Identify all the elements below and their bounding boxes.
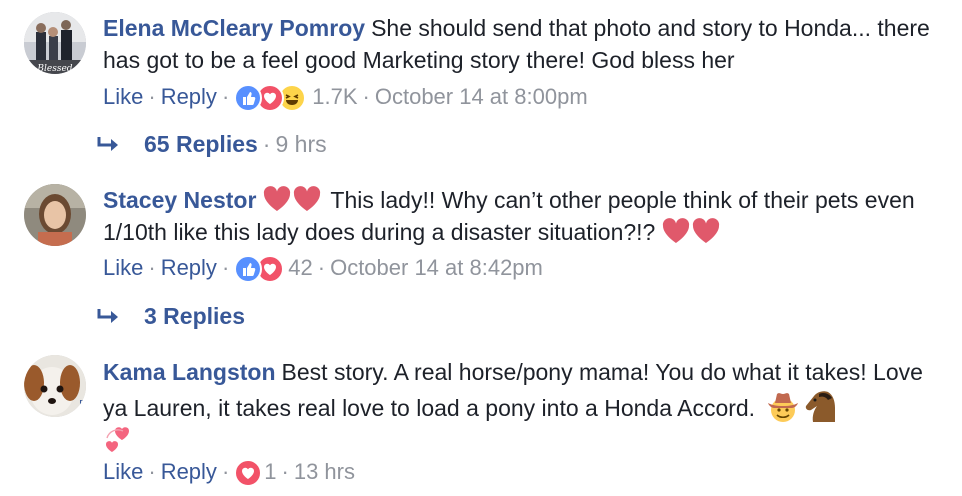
heart-emoji	[262, 185, 292, 213]
svg-text:B: B	[79, 399, 86, 410]
reactions-summary[interactable]	[234, 255, 285, 283]
cowboy-emoji	[765, 388, 801, 424]
separator-dot: ·	[221, 459, 230, 484]
separator-dot: ·	[148, 84, 156, 109]
reaction-count[interactable]: 42	[288, 255, 312, 280]
separator-dot: ·	[262, 131, 271, 157]
replies-time: 9 hrs	[275, 131, 327, 157]
separator-dot: ·	[148, 459, 156, 484]
separator-dot: ·	[148, 255, 156, 280]
reactions-summary[interactable]	[234, 84, 308, 112]
heart-emoji	[292, 185, 322, 213]
separator-dot: ·	[221, 84, 230, 109]
reply-button[interactable]: Reply	[161, 84, 217, 109]
reaction-count[interactable]: 1	[264, 459, 276, 484]
view-replies-link[interactable]: 65 Replies	[144, 131, 258, 157]
reply-button[interactable]: Reply	[161, 459, 217, 484]
separator-dot: ·	[281, 459, 289, 484]
timestamp[interactable]: October 14 at 8:00pm	[375, 84, 588, 109]
replies-row[interactable]: 3 Replies	[96, 300, 245, 332]
like-reaction-icon	[234, 255, 263, 283]
separator-dot: ·	[362, 84, 370, 109]
avatar[interactable]: Blessed	[24, 12, 86, 74]
comment-actions: Like · Reply · 1 · 13 hrs	[103, 457, 355, 487]
comment-actions: Like · Reply · 1.7K · October 14 at 8:00pm	[103, 82, 588, 112]
reactions-summary[interactable]	[234, 459, 263, 487]
separator-dot: ·	[317, 255, 326, 280]
timestamp[interactable]: October 14 at 8:42pm	[330, 255, 543, 280]
like-button[interactable]: Like	[103, 255, 143, 280]
love-reaction-icon	[234, 459, 263, 487]
commenter-name[interactable]: Stacey Nestor	[103, 187, 256, 213]
heart-emoji	[691, 217, 721, 245]
like-button[interactable]: Like	[103, 84, 143, 109]
avatar[interactable]: B	[24, 355, 86, 417]
comment-actions: Like · Reply · 42 · October 14 at 8:42pm	[103, 253, 543, 283]
commenter-name[interactable]: Kama Langston	[103, 359, 276, 385]
view-replies-link[interactable]: 3 Replies	[144, 303, 245, 329]
like-reaction-icon	[234, 84, 263, 112]
avatar[interactable]	[24, 184, 86, 246]
reaction-count[interactable]: 1.7K	[312, 84, 357, 109]
replies-row[interactable]: 65 Replies · 9 hrs	[96, 128, 327, 160]
svg-text:Blessed: Blessed	[36, 64, 72, 74]
reply-arrow-icon	[96, 128, 126, 160]
revolving-hearts-emoji	[103, 424, 133, 454]
separator-dot: ·	[221, 255, 230, 280]
horse-emoji	[801, 388, 837, 424]
like-button[interactable]: Like	[103, 459, 143, 484]
heart-emoji	[661, 217, 691, 245]
commenter-name[interactable]: Elena McCleary Pomroy	[103, 15, 365, 41]
reply-arrow-icon	[96, 300, 126, 332]
timestamp[interactable]: 13 hrs	[294, 459, 355, 484]
reply-button[interactable]: Reply	[161, 255, 217, 280]
